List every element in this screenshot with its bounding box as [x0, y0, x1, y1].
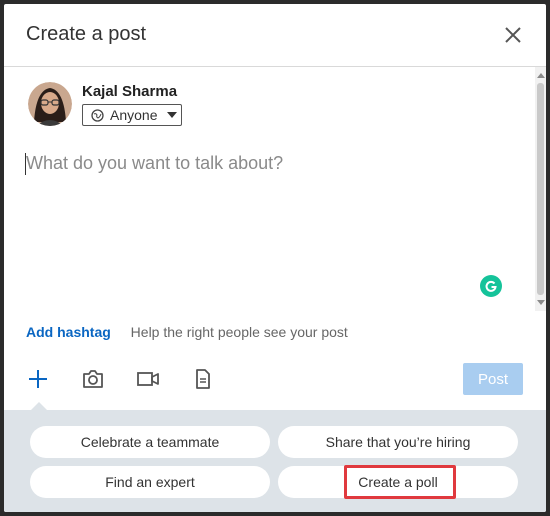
post-compose-area: Kajal Sharma Anyone What do you want to …	[4, 67, 534, 311]
hashtag-row: Add hashtag Help the right people see yo…	[26, 324, 348, 340]
scroll-thumb[interactable]	[537, 83, 544, 295]
globe-icon	[91, 108, 104, 122]
avatar	[28, 82, 72, 126]
author-name: Kajal Sharma	[82, 83, 178, 100]
plus-icon[interactable]	[26, 367, 50, 391]
close-button[interactable]	[500, 22, 526, 48]
tray-pointer	[31, 402, 47, 410]
celebrate-teammate-button[interactable]: Celebrate a teammate	[30, 426, 270, 458]
scroll-up-icon[interactable]	[537, 73, 545, 78]
dialog-title: Create a post	[26, 23, 147, 45]
visibility-dropdown[interactable]: Anyone	[82, 104, 182, 126]
camera-icon[interactable]	[81, 367, 105, 391]
create-post-dialog: Create a post Kajal Sharma Anyone What d…	[4, 4, 546, 512]
scrollbar[interactable]	[535, 67, 546, 311]
caret-down-icon	[167, 112, 178, 118]
post-text-input[interactable]: What do you want to talk about?	[26, 153, 526, 283]
add-hashtag-link[interactable]: Add hashtag	[26, 324, 111, 340]
create-poll-button[interactable]: Create a poll	[278, 466, 518, 498]
document-icon[interactable]	[191, 367, 215, 391]
close-icon	[505, 27, 521, 43]
share-hiring-button[interactable]: Share that you’re hiring	[278, 426, 518, 458]
scroll-down-icon[interactable]	[537, 300, 545, 305]
visibility-label: Anyone	[110, 107, 158, 123]
video-icon[interactable]	[136, 367, 160, 391]
dialog-header: Create a post	[4, 4, 546, 67]
hashtag-help-text: Help the right people see your post	[130, 324, 348, 340]
find-expert-button[interactable]: Find an expert	[30, 466, 270, 498]
grammarly-icon[interactable]	[480, 275, 502, 297]
post-button[interactable]: Post	[463, 363, 523, 395]
